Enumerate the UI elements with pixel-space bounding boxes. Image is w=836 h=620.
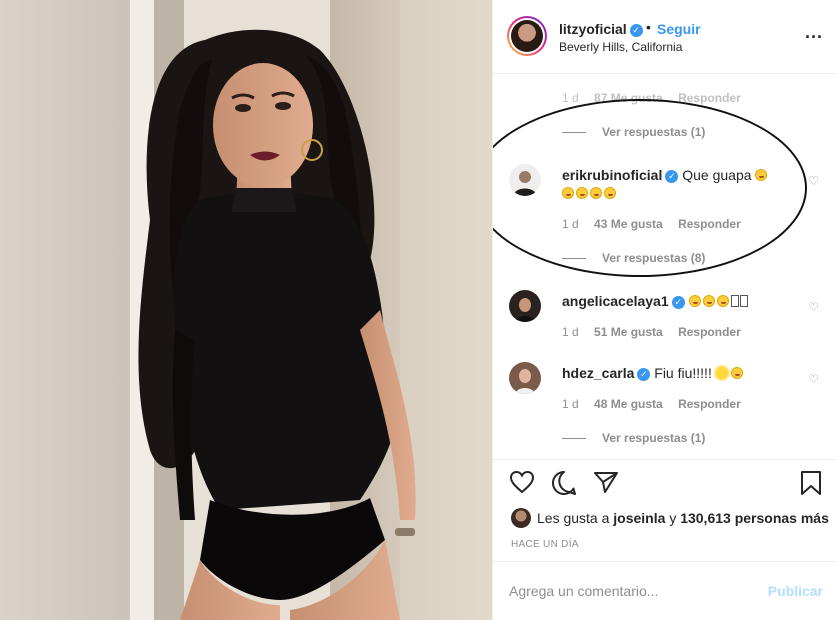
speech-bubble-icon[interactable] [551, 470, 577, 501]
sun-emoji-icon [715, 367, 728, 379]
heart-eyes-emoji-icon [755, 169, 768, 181]
comment-likes[interactable]: 43 Me gusta [594, 217, 663, 231]
comment-time: 1 d [562, 397, 579, 411]
likes-summary[interactable]: Les gusta a joseinla y 130,613 personas … [511, 508, 829, 528]
reply-button[interactable]: Responder [678, 217, 741, 231]
commenter-avatar[interactable] [509, 362, 541, 394]
like-comment-heart-icon[interactable]: ♡ [808, 300, 819, 314]
heart-eyes-emoji-icon [702, 295, 715, 307]
more-options-icon[interactable]: ... [805, 22, 823, 43]
view-replies-button[interactable]: Ver respuestas (8) [562, 251, 705, 265]
comment-input[interactable]: Agrega un comentario... [509, 583, 658, 599]
unsupported-glyph-icon [730, 295, 739, 307]
comment-meta: 1 d 48 Me gusta Responder [562, 397, 753, 411]
bookmark-icon[interactable] [799, 470, 823, 501]
comment-likes[interactable]: 51 Me gusta [594, 325, 663, 339]
heart-eyes-emoji-icon [688, 295, 701, 307]
reply-button[interactable]: Responder [678, 325, 741, 339]
comment-time: 1 d [562, 325, 579, 339]
comment-text: hdez_carla ✓ Fiu fiu!!!!! [562, 364, 792, 382]
heart-eyes-emoji-icon [590, 187, 602, 199]
reply-button[interactable]: Responder [678, 397, 741, 411]
commenter-avatar[interactable] [509, 290, 541, 322]
paper-plane-icon[interactable] [593, 470, 619, 499]
comment-time: 1 d [562, 217, 579, 231]
commenter-username[interactable]: hdez_carla [562, 365, 634, 381]
comment-time: 1 d [562, 91, 579, 105]
comment-text: erikrubinoficial ✓ Que guapa [562, 166, 792, 202]
verified-icon: ✓ [671, 296, 685, 309]
comments-list[interactable]: 1 d 87 Me gusta Responder Ver respuestas… [493, 75, 836, 459]
commenter-avatar[interactable] [509, 164, 541, 196]
post-header: litzyoficial ✓ • Seguir Beverly Hills, Ca… [493, 0, 836, 74]
commenter-username[interactable]: erikrubinoficial [562, 167, 662, 183]
view-replies-button[interactable]: Ver respuestas (1) [562, 431, 705, 445]
verified-icon: ✓ [665, 170, 679, 183]
post-actions: Les gusta a joseinla y 130,613 personas … [493, 459, 836, 620]
like-comment-heart-icon[interactable]: ♡ [808, 372, 819, 386]
comment-composer: Agrega un comentario... Publicar [493, 561, 836, 620]
comment-meta: 1 d 87 Me gusta Responder [562, 91, 753, 105]
comment-meta: 1 d 51 Me gusta Responder [562, 325, 753, 339]
comment-text: angelicacelaya1 ✓ [562, 292, 792, 310]
reply-button[interactable]: Responder [678, 91, 741, 105]
separator-dot: • [646, 19, 651, 35]
heart-eyes-emoji-icon [604, 187, 616, 199]
commenter-username[interactable]: angelicacelaya1 [562, 293, 669, 309]
author-username[interactable]: litzyoficial ✓ [559, 21, 643, 37]
verified-icon: ✓ [637, 368, 651, 381]
likes-count[interactable]: 130,613 personas más [680, 510, 829, 526]
post-photo[interactable] [0, 0, 492, 620]
post-location[interactable]: Beverly Hills, California [559, 40, 682, 54]
liker-avatar [511, 508, 531, 528]
liker-username[interactable]: joseinla [613, 510, 665, 526]
like-comment-heart-icon[interactable]: ♡ [808, 174, 819, 188]
publish-button[interactable]: Publicar [768, 583, 823, 599]
comment-likes[interactable]: 87 Me gusta [594, 91, 663, 105]
post-panel: litzyoficial ✓ • Seguir Beverly Hills, Ca… [492, 0, 836, 620]
follow-button[interactable]: Seguir [657, 21, 701, 37]
heart-eyes-emoji-icon [562, 187, 574, 199]
verified-icon: ✓ [629, 24, 643, 37]
view-replies-button[interactable]: Ver respuestas (1) [562, 125, 705, 139]
comment-meta: 1 d 43 Me gusta Responder [562, 217, 753, 231]
post-timestamp: HACE UN DÍA [511, 539, 579, 550]
heart-eyes-emoji-icon [730, 367, 743, 379]
heart-eyes-emoji-icon [576, 187, 588, 199]
unsupported-glyph-icon [739, 295, 748, 307]
author-avatar[interactable] [507, 16, 547, 56]
heart-eyes-emoji-icon [716, 295, 729, 307]
comment-likes[interactable]: 48 Me gusta [594, 397, 663, 411]
post-image [0, 0, 492, 620]
heart-outline-icon[interactable] [509, 470, 535, 499]
